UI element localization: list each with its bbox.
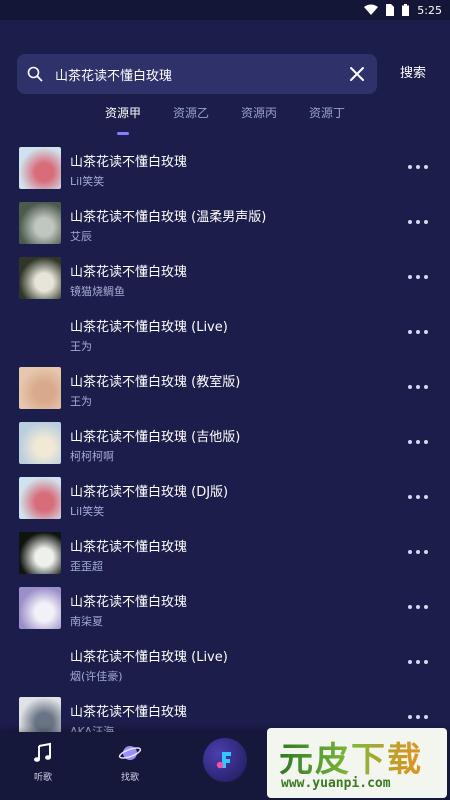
song-list: 山茶花读不懂白玫瑰 Lil笑笑 山茶花读不懂白玫瑰 (温柔男声版) 艾辰 山茶花… <box>0 143 450 748</box>
more-options-icon[interactable] <box>408 273 428 281</box>
song-title: 山茶花读不懂白玫瑰 <box>70 705 188 720</box>
watermark-logo: 元皮下载 www.yuanpi.com <box>267 728 447 798</box>
song-row[interactable]: 山茶花读不懂白玫瑰 (DJ版) Lil笑笑 <box>0 473 450 528</box>
song-row[interactable]: 山茶花读不懂白玫瑰 (Live) 王为 <box>0 308 450 363</box>
tab-active-indicator <box>117 132 129 135</box>
song-cover <box>19 587 61 629</box>
song-cover <box>19 367 61 409</box>
more-options-icon[interactable] <box>408 328 428 336</box>
song-artist: 柯柯柯啊 <box>70 450 114 463</box>
tab-label: 资源丙 <box>240 106 277 120</box>
song-artist: 艾辰 <box>70 230 92 243</box>
song-artist: Lil笑笑 <box>70 175 105 188</box>
more-options-icon[interactable] <box>408 713 428 721</box>
song-row[interactable]: 山茶花读不懂白玫瑰 (Live) 烟(许佳豪) <box>0 638 450 693</box>
song-title: 山茶花读不懂白玫瑰 (吉他版) <box>70 430 241 445</box>
close-icon <box>349 66 365 82</box>
more-options-icon[interactable] <box>408 163 428 171</box>
planet-icon <box>118 742 142 768</box>
music-note-icon <box>32 742 54 768</box>
search-icon <box>27 66 43 82</box>
song-title: 山茶花读不懂白玫瑰 <box>70 595 188 610</box>
sim-icon <box>386 4 395 16</box>
wifi-icon <box>364 4 379 16</box>
song-row[interactable]: 山茶花读不懂白玫瑰 (温柔男声版) 艾辰 <box>0 198 450 253</box>
clear-search-button[interactable] <box>337 54 377 94</box>
status-time: 5:25 <box>417 3 442 17</box>
tab-source-c[interactable]: 资源丙 <box>229 104 289 121</box>
more-options-icon[interactable] <box>408 383 428 391</box>
more-options-icon[interactable] <box>408 658 428 666</box>
song-title: 山茶花读不懂白玫瑰 (教室版) <box>70 375 241 390</box>
status-bar: 5:25 <box>0 0 450 20</box>
song-row[interactable]: 山茶花读不懂白玫瑰 歪歪超 <box>0 528 450 583</box>
song-artist: 烟(许佳豪) <box>70 670 123 683</box>
nav-label: 听歌 <box>33 773 52 783</box>
song-title: 山茶花读不懂白玫瑰 (Live) <box>70 320 228 335</box>
search-box[interactable] <box>17 54 377 94</box>
watermark-url: www.yuanpi.com <box>281 776 391 791</box>
tab-source-b[interactable]: 资源乙 <box>161 104 221 121</box>
source-tabs: 资源甲 资源乙 资源丙 资源丁 <box>0 104 450 140</box>
search-row: 搜索 <box>17 54 437 94</box>
song-cover <box>19 642 61 684</box>
song-cover <box>19 257 61 299</box>
more-options-icon[interactable] <box>408 548 428 556</box>
app-logo-icon <box>213 748 237 772</box>
song-cover <box>19 202 61 244</box>
more-options-icon[interactable] <box>408 493 428 501</box>
song-row[interactable]: 山茶花读不懂白玫瑰 Lil笑笑 <box>0 143 450 198</box>
song-cover <box>19 532 61 574</box>
watermark-title: 元皮下载 <box>279 732 423 781</box>
tab-label: 资源乙 <box>172 106 209 120</box>
player-button[interactable] <box>203 738 247 782</box>
battery-icon <box>402 4 410 16</box>
song-artist: 王为 <box>70 340 92 353</box>
nav-listen[interactable]: 听歌 <box>18 742 68 783</box>
tab-label: 资源丁 <box>308 106 345 120</box>
tab-source-d[interactable]: 资源丁 <box>297 104 357 121</box>
song-row[interactable]: 山茶花读不懂白玫瑰 镜猫烧鲷鱼 <box>0 253 450 308</box>
song-artist: 王为 <box>70 395 92 408</box>
song-cover <box>19 312 61 354</box>
song-cover <box>19 147 61 189</box>
song-title: 山茶花读不懂白玫瑰 <box>70 540 188 555</box>
more-options-icon[interactable] <box>408 603 428 611</box>
song-row[interactable]: 山茶花读不懂白玫瑰 (吉他版) 柯柯柯啊 <box>0 418 450 473</box>
song-artist: 南柒夏 <box>70 615 103 628</box>
more-options-icon[interactable] <box>408 218 428 226</box>
song-title: 山茶花读不懂白玫瑰 (温柔男声版) <box>70 210 267 225</box>
nav-label: 找歌 <box>120 773 139 783</box>
song-artist: Lil笑笑 <box>70 505 105 518</box>
song-artist: 歪歪超 <box>70 560 103 573</box>
song-artist: 镜猫烧鲷鱼 <box>70 285 125 298</box>
song-title: 山茶花读不懂白玫瑰 (Live) <box>70 650 228 665</box>
song-title: 山茶花读不懂白玫瑰 <box>70 155 188 170</box>
song-cover <box>19 422 61 464</box>
song-title: 山茶花读不懂白玫瑰 (DJ版) <box>70 485 229 500</box>
tab-source-a[interactable]: 资源甲 <box>93 104 153 135</box>
nav-find[interactable]: 找歌 <box>105 742 155 783</box>
search-input[interactable] <box>53 58 337 90</box>
tab-label: 资源甲 <box>104 106 141 120</box>
song-row[interactable]: 山茶花读不懂白玫瑰 南柒夏 <box>0 583 450 638</box>
song-cover <box>19 477 61 519</box>
song-row[interactable]: 山茶花读不懂白玫瑰 (教室版) 王为 <box>0 363 450 418</box>
more-options-icon[interactable] <box>408 438 428 446</box>
song-title: 山茶花读不懂白玫瑰 <box>70 265 188 280</box>
search-button[interactable]: 搜索 <box>389 54 437 94</box>
